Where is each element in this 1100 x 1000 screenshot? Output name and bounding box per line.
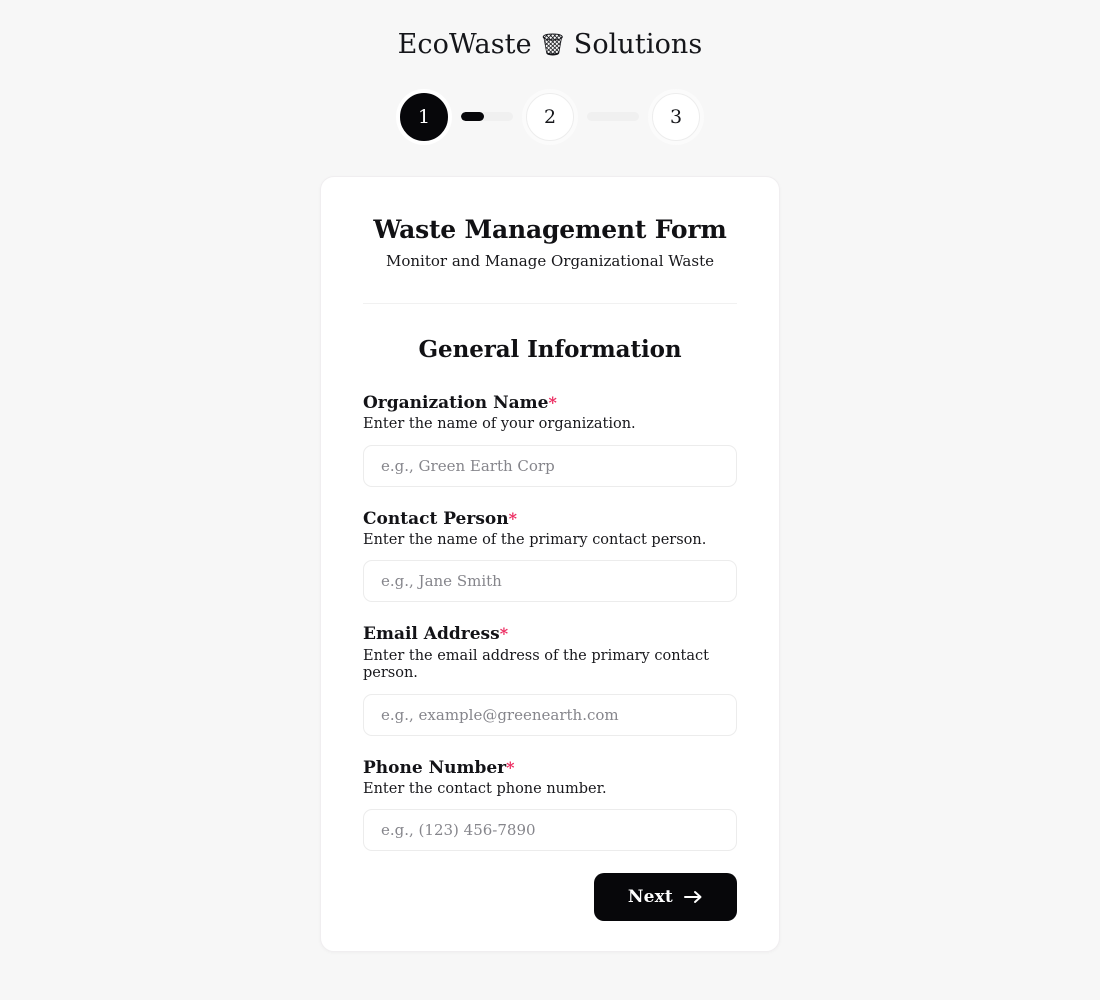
card-footer: Next (363, 873, 737, 922)
step-3-label: 3 (669, 105, 683, 128)
form-subtitle: Monitor and Manage Organizational Waste (386, 251, 714, 270)
label-organization-name: Organization Name* (363, 393, 737, 414)
form-card: Waste Management Form Monitor and Manage… (320, 175, 780, 953)
fields-list: Organization Name* Enter the name of you… (363, 393, 737, 852)
label-contact-person-text: Contact Person (363, 508, 509, 529)
step-connector-2 (587, 112, 639, 122)
description-contact-person: Enter the name of the primary contact pe… (363, 532, 707, 549)
form-title: Waste Management Form (373, 214, 727, 244)
required-marker-email-address: * (499, 624, 509, 644)
label-organization-name-text: Organization Name (363, 393, 549, 414)
contact-person-input[interactable] (363, 560, 737, 603)
step-2[interactable]: 2 (526, 92, 574, 141)
next-button-label: Next (627, 887, 673, 908)
required-marker-contact-person: * (508, 508, 517, 528)
description-phone-number: Enter the contact phone number. (363, 780, 607, 797)
description-organization-name: Enter the name of your organization. (363, 416, 636, 433)
next-button[interactable]: Next (593, 873, 737, 922)
phone-number-input[interactable] (363, 809, 737, 852)
page-root: EcoWaste 🗑 Solutions 1 2 3 Waste Managem… (0, 0, 1100, 1000)
step-connector-1 (461, 112, 513, 122)
label-email-address-text: Email Address (363, 624, 500, 645)
email-address-input[interactable] (363, 693, 737, 736)
required-marker-organization-name: * (548, 393, 557, 413)
field-email-address: Email Address* Enter the email address o… (363, 624, 737, 736)
field-organization-name: Organization Name* Enter the name of you… (363, 393, 737, 487)
label-phone-number: Phone Number* (363, 758, 737, 779)
step-1[interactable]: 1 (400, 92, 448, 141)
description-email-address: Enter the email address of the primary c… (363, 647, 709, 682)
step-2-label: 2 (543, 105, 557, 128)
organization-name-input[interactable] (363, 444, 737, 487)
field-phone-number: Phone Number* Enter the contact phone nu… (363, 758, 737, 852)
brand-title: EcoWaste 🗑 Solutions (398, 30, 703, 60)
brand-name-before: EcoWaste (397, 29, 532, 60)
label-phone-number-text: Phone Number (363, 757, 507, 778)
step-1-label: 1 (417, 105, 431, 128)
brand-name-after: Solutions (573, 29, 703, 60)
step-3[interactable]: 3 (652, 92, 700, 141)
step-indicator: 1 2 3 (400, 92, 700, 141)
arrow-right-icon (684, 890, 703, 904)
step-connector-1-fill (461, 112, 485, 122)
field-contact-person: Contact Person* Enter the name of the pr… (363, 509, 737, 603)
required-marker-phone-number: * (506, 757, 515, 777)
trash-bin-icon: 🗑 (538, 32, 567, 58)
section-title: General Information (418, 336, 682, 364)
label-email-address: Email Address* (363, 624, 737, 645)
header-divider (363, 303, 737, 305)
label-contact-person: Contact Person* (363, 509, 737, 530)
